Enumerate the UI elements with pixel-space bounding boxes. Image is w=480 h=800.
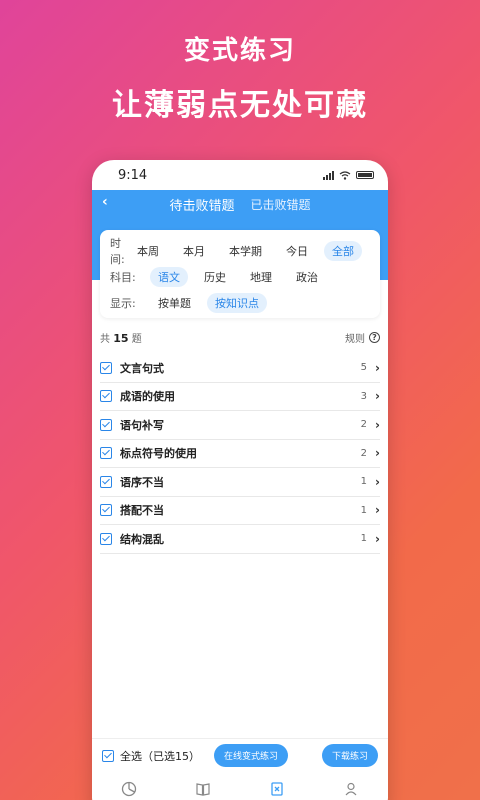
chevron-right-icon: › <box>375 503 380 518</box>
list-item[interactable]: 标点符号的使用 2 › <box>100 440 380 468</box>
promo-title-1: 变式练习 <box>183 36 296 66</box>
chevron-right-icon: › <box>375 417 380 432</box>
list-item[interactable]: 语序不当 1 › <box>100 468 380 497</box>
online-practice-button[interactable]: 在线变式练习 <box>214 744 289 767</box>
list-item[interactable]: 搭配不当 1 › <box>100 497 380 525</box>
item-checkbox[interactable] <box>100 504 112 517</box>
item-count: 5 <box>360 362 368 374</box>
item-checkbox[interactable] <box>100 418 112 431</box>
profile-icon[interactable] <box>342 780 360 798</box>
tab-pending-wrong[interactable]: 待击败错题 <box>169 195 234 214</box>
chip-politics[interactable]: 政治 <box>288 267 326 287</box>
item-checkbox[interactable] <box>100 361 112 374</box>
total-prefix: 共 <box>100 334 110 345</box>
item-name: 结构混乱 <box>120 532 164 546</box>
chip-all[interactable]: 全部 <box>324 241 362 261</box>
item-name: 文言句式 <box>120 361 164 375</box>
filter-row-subject: 科目: 语文 历史 地理 政治 <box>110 264 370 290</box>
item-checkbox[interactable] <box>100 475 112 488</box>
select-all-checkbox[interactable] <box>102 749 114 762</box>
item-checkbox[interactable] <box>100 532 112 545</box>
rule-label: 规则 <box>345 334 365 345</box>
back-icon[interactable]: ‹ <box>102 194 108 210</box>
item-name: 语句补写 <box>120 418 164 432</box>
filter-label-subject: 科目: <box>110 271 136 284</box>
summary-line: 共 15 题 规则 ? <box>100 330 380 345</box>
select-all-label[interactable]: 全选（已选15） <box>120 748 200 764</box>
status-bar: 9:14 <box>92 160 388 190</box>
chip-this-month[interactable]: 本月 <box>175 241 213 261</box>
filter-card: 时间: 本周 本月 本学期 今日 全部 科目: 语文 历史 地理 政治 显示: … <box>100 230 380 318</box>
stats-icon[interactable] <box>120 780 138 798</box>
chip-chinese[interactable]: 语文 <box>150 267 188 287</box>
status-time: 9:14 <box>118 167 148 183</box>
bottom-tabbar <box>92 774 388 800</box>
chip-by-knowledge[interactable]: 按知识点 <box>207 293 267 313</box>
filter-label-display: 显示: <box>110 297 136 310</box>
download-practice-button[interactable]: 下载练习 <box>321 744 378 767</box>
filter-label-time: 时间: <box>110 237 125 266</box>
filter-row-time: 时间: 本周 本月 本学期 今日 全部 <box>110 237 370 266</box>
knowledge-list: 文言句式 5 › 成语的使用 3 › 语句补写 2 › 标点符号的使用 2 › … <box>100 354 380 554</box>
item-count: 1 <box>360 476 368 488</box>
list-item[interactable]: 文言句式 5 › <box>100 354 380 383</box>
chip-by-question[interactable]: 按单题 <box>150 293 199 313</box>
promo-title-2: 让薄弱点无处可藏 <box>112 88 368 123</box>
chip-today[interactable]: 今日 <box>278 241 316 261</box>
list-item[interactable]: 结构混乱 1 › <box>100 525 380 554</box>
total-number: 15 <box>113 332 129 345</box>
item-count: 1 <box>360 504 368 516</box>
filter-row-display: 显示: 按单题 按知识点 <box>110 290 370 316</box>
item-count: 1 <box>360 533 368 545</box>
total-suffix: 题 <box>131 334 142 345</box>
book-icon[interactable] <box>194 780 212 798</box>
wifi-icon <box>339 170 351 180</box>
battery-icon <box>356 171 374 179</box>
chevron-right-icon: › <box>375 360 380 375</box>
phone-frame: 9:14 ‹ 待击败错题 已击败错题 时间: 本周 本月 本学期 今日 全部 科… <box>92 160 388 800</box>
list-item[interactable]: 语句补写 2 › <box>100 411 380 440</box>
item-count: 3 <box>360 390 368 402</box>
item-name: 成语的使用 <box>120 390 175 404</box>
list-item[interactable]: 成语的使用 3 › <box>100 383 380 411</box>
chevron-right-icon: › <box>375 531 380 546</box>
help-icon: ? <box>369 332 380 343</box>
chevron-right-icon: › <box>375 389 380 404</box>
item-name: 语序不当 <box>120 475 164 489</box>
item-count: 2 <box>360 447 368 459</box>
wrong-questions-icon[interactable] <box>268 780 286 798</box>
signal-icon <box>323 170 334 180</box>
chevron-right-icon: › <box>375 446 380 461</box>
chip-this-week[interactable]: 本周 <box>129 241 167 261</box>
rule-link[interactable]: 规则 ? <box>345 330 380 345</box>
item-checkbox[interactable] <box>100 390 112 403</box>
item-name: 搭配不当 <box>120 504 164 518</box>
total-count: 共 15 题 <box>100 330 142 345</box>
item-checkbox[interactable] <box>100 447 112 460</box>
chip-this-term[interactable]: 本学期 <box>221 241 270 261</box>
tab-defeated-wrong[interactable]: 已击败错题 <box>251 196 311 213</box>
item-name: 标点符号的使用 <box>120 447 197 461</box>
chevron-right-icon: › <box>375 474 380 489</box>
chip-history[interactable]: 历史 <box>196 267 234 287</box>
item-count: 2 <box>360 419 368 431</box>
chip-geography[interactable]: 地理 <box>242 267 280 287</box>
bottom-action-bar: 全选（已选15） 在线变式练习 下载练习 <box>92 738 388 772</box>
